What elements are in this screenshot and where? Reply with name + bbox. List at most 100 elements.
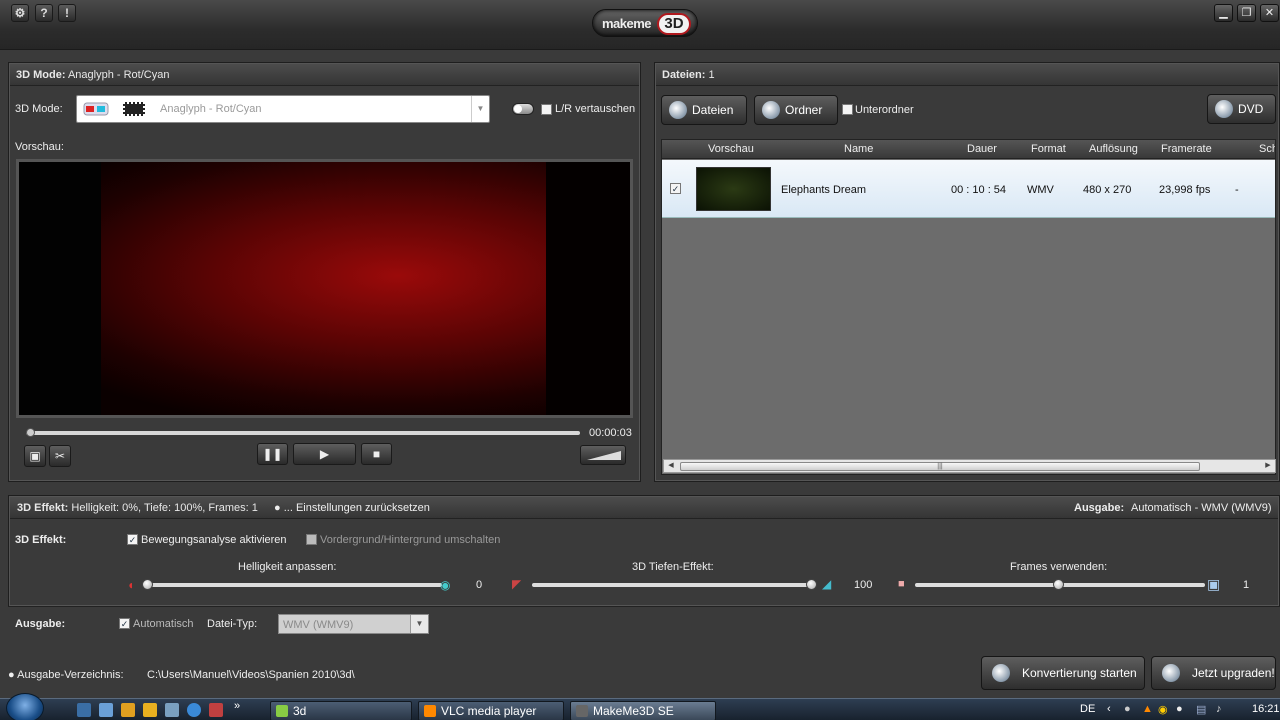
close-button[interactable]: ✕ [1260, 4, 1279, 22]
foreground-checkbox[interactable] [306, 534, 317, 545]
maximize-button[interactable]: ❐ [1237, 4, 1256, 22]
video-preview [16, 159, 633, 418]
col-name[interactable]: Name [844, 143, 873, 155]
mode-select-value: Anaglyph - Rot/Cyan [160, 103, 262, 115]
logo-text: makeme [602, 16, 652, 31]
vlc-icon [424, 705, 436, 717]
task-label: 3d [293, 704, 307, 718]
anaglyph-icon [82, 99, 112, 119]
col-duration[interactable]: Dauer [967, 143, 997, 155]
stop-icon: ■ [372, 447, 381, 461]
frames-handle[interactable] [1053, 579, 1064, 590]
horizontal-scrollbar[interactable]: ◀ ||| ▶ [663, 459, 1276, 473]
volume-control[interactable] [580, 445, 626, 465]
scroll-thumb[interactable]: ||| [680, 462, 1200, 471]
dvd-button[interactable]: DVD [1207, 94, 1276, 124]
browser-icon[interactable] [121, 703, 135, 717]
title-bar: ⚙ ? ! makeme 3D ▁ ❐ ✕ [0, 0, 1280, 50]
upgrade-button[interactable]: Jetzt upgraden! [1151, 656, 1276, 690]
subfolder-label: Unterordner [855, 104, 914, 116]
subfolder-checkbox[interactable] [842, 104, 853, 115]
start-conversion-button[interactable]: Konvertierung starten [981, 656, 1145, 690]
expand-icon: ● [8, 669, 15, 681]
output-dir-toggle[interactable]: ● Ausgabe-Verzeichnis: [8, 669, 124, 681]
swap-toggle[interactable] [512, 103, 534, 115]
explorer-icon[interactable] [99, 703, 113, 717]
depth-slider[interactable] [532, 583, 816, 587]
cart-icon [1162, 664, 1180, 682]
mode-select[interactable]: Anaglyph - Rot/Cyan ▼ [76, 95, 490, 123]
task-folder[interactable]: 3d [270, 701, 412, 720]
frames-value: 1 [1243, 579, 1250, 591]
reset-settings-link[interactable]: ● ... Einstellungen zurücksetzen [274, 502, 430, 514]
depth-handle[interactable] [806, 579, 817, 590]
task-makeme3d[interactable]: MakeMe3D SE [570, 701, 716, 720]
more-icon[interactable]: » [234, 700, 240, 712]
gear-icon[interactable]: ⚙ [11, 4, 29, 22]
video-thumbnail [696, 167, 771, 211]
play-button[interactable]: ▶ [293, 443, 356, 465]
add-files-button[interactable]: Dateien [661, 95, 747, 125]
depth-low-icon: ◤ [512, 577, 522, 591]
film-icon [123, 102, 145, 116]
chevron-down-icon[interactable]: ▼ [410, 615, 428, 633]
output-dir-value: C:\Users\Manuel\Videos\Spanien 2010\3d\ [147, 669, 355, 681]
chevron-down-icon[interactable]: ▼ [471, 96, 489, 122]
stop-button[interactable]: ■ [361, 443, 392, 465]
upgrade-label: Jetzt upgraden! [1192, 666, 1275, 680]
scroll-left-icon[interactable]: ◀ [665, 460, 677, 472]
pause-button[interactable]: ❚❚ [257, 443, 288, 465]
snapshot-button[interactable]: ▣ [24, 445, 46, 467]
swap-checkbox[interactable] [541, 104, 552, 115]
speaker-icon[interactable]: ♪ [1216, 703, 1222, 715]
start-button[interactable] [6, 693, 44, 720]
seek-bar[interactable] [26, 431, 580, 435]
vlc-tray-icon[interactable]: ▲ [1142, 703, 1153, 715]
tool-icon[interactable] [209, 703, 223, 717]
motion-checkbox[interactable]: ✓ [127, 534, 138, 545]
letterbox-right [546, 162, 630, 415]
reset-icon: ● [274, 502, 281, 514]
brightness-handle[interactable] [142, 579, 153, 590]
scroll-right-icon[interactable]: ▶ [1262, 460, 1274, 472]
auto-checkbox[interactable]: ✓ [119, 618, 130, 629]
app-icon[interactable] [165, 703, 179, 717]
tray-icon-1[interactable]: ● [1124, 703, 1131, 715]
row-resolution: 480 x 270 [1083, 184, 1132, 196]
tray-expand-icon[interactable]: ‹ [1107, 703, 1111, 715]
folder-icon[interactable] [143, 703, 157, 717]
seek-handle[interactable] [26, 428, 35, 437]
effect-summary: Helligkeit: 0%, Tiefe: 100%, Frames: 1 [71, 502, 258, 514]
folder-icon [762, 101, 780, 119]
filetype-value: WMV (WMV9) [283, 619, 354, 631]
tray-icon-3[interactable]: ● [1176, 703, 1183, 715]
effect-label: 3D Effekt: [15, 534, 67, 546]
add-folder-button[interactable]: Ordner [754, 95, 838, 125]
info-icon[interactable]: ! [58, 4, 76, 22]
table-row[interactable]: ✓ Elephants Dream 00 : 10 : 54 WMV 480 x… [662, 160, 1275, 218]
filetype-select[interactable]: WMV (WMV9) ▼ [278, 614, 429, 634]
brightness-slider[interactable] [147, 583, 442, 587]
col-framerate[interactable]: Framerate [1161, 143, 1212, 155]
network-icon[interactable]: ▤ [1196, 703, 1206, 716]
table-header: Vorschau Name Dauer Format Auflösung Fra… [662, 140, 1275, 159]
preview-label: Vorschau: [15, 141, 64, 153]
help-icon[interactable]: ? [35, 4, 53, 22]
pause-icon: ❚❚ [262, 447, 283, 461]
col-extra[interactable]: Sch [1259, 143, 1275, 155]
ie-icon[interactable] [187, 703, 201, 717]
row-checkbox[interactable]: ✓ [670, 183, 681, 194]
task-vlc[interactable]: VLC media player [418, 701, 564, 720]
app-logo: makeme 3D [592, 9, 698, 37]
clock[interactable]: 16:21 [1252, 703, 1280, 715]
language-indicator[interactable]: DE [1080, 703, 1095, 715]
col-resolution[interactable]: Auflösung [1089, 143, 1138, 155]
col-preview[interactable]: Vorschau [708, 143, 754, 155]
camera-icon: ▣ [29, 449, 41, 463]
cut-button[interactable]: ✂ [49, 445, 71, 467]
tray-icon-2[interactable]: ◉ [1158, 703, 1168, 716]
file-table: Vorschau Name Dauer Format Auflösung Fra… [661, 139, 1276, 475]
desktop-icon[interactable] [77, 703, 91, 717]
col-format[interactable]: Format [1031, 143, 1066, 155]
minimize-button[interactable]: ▁ [1214, 4, 1233, 22]
